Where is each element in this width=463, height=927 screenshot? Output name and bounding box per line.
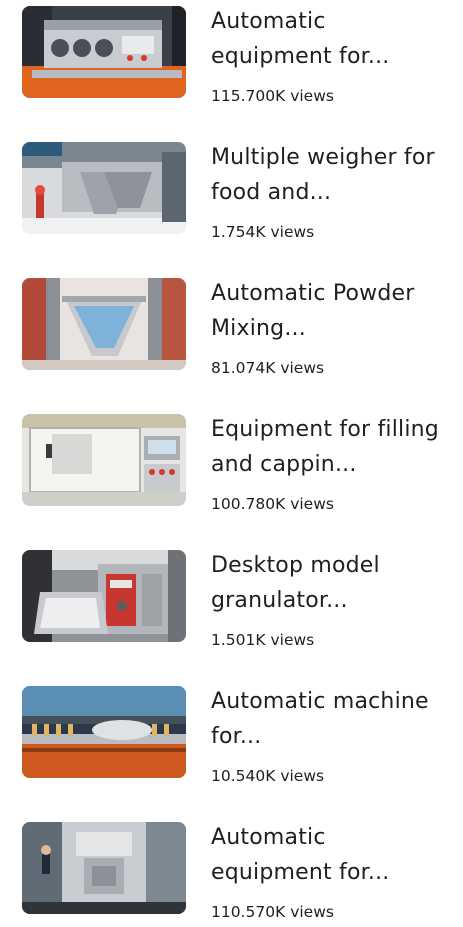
video-item[interactable]: Automatic machine for... 10.540K views <box>0 680 463 790</box>
video-thumbnail[interactable] <box>22 822 186 914</box>
view-count: 100.780K views <box>211 495 334 513</box>
video-title[interactable]: Automatic Powder Mixing... <box>211 276 447 346</box>
video-title[interactable]: Multiple weigher for food and... <box>211 140 447 210</box>
view-count: 110.570K views <box>211 903 334 921</box>
video-thumbnail[interactable] <box>22 414 186 506</box>
video-thumbnail[interactable] <box>22 278 186 370</box>
video-item[interactable]: Automatic Powder Mixing... 81.074K views <box>0 272 463 382</box>
filling-capping-line-photo <box>22 414 186 506</box>
view-count: 1.754K views <box>211 223 315 241</box>
bottling-conveyor-photo <box>22 686 186 778</box>
desktop-granulator-photo <box>22 550 186 642</box>
video-item[interactable]: Automatic equipment for... 115.700K view… <box>0 0 463 110</box>
video-thumbnail[interactable] <box>22 6 186 98</box>
video-title[interactable]: Desktop model granulator... <box>211 548 447 618</box>
video-title[interactable]: Automatic equipment for... <box>211 820 447 890</box>
view-count: 1.501K views <box>211 631 315 649</box>
video-item[interactable]: Automatic equipment for... 110.570K view… <box>0 816 463 926</box>
video-title[interactable]: Automatic machine for... <box>211 684 447 754</box>
factory-machine-photo <box>22 822 186 914</box>
video-thumbnail[interactable] <box>22 142 186 234</box>
video-item[interactable]: Desktop model granulator... 1.501K views <box>0 544 463 654</box>
video-title[interactable]: Automatic equipment for... <box>211 4 447 74</box>
view-count: 81.074K views <box>211 359 325 377</box>
video-list: Automatic equipment for... 115.700K view… <box>0 0 463 927</box>
video-title[interactable]: Equipment for filling and cappin... <box>211 412 447 482</box>
video-item[interactable]: Multiple weigher for food and... 1.754K … <box>0 136 463 246</box>
video-thumbnail[interactable] <box>22 550 186 642</box>
multihead-weigher-photo <box>22 142 186 234</box>
video-item[interactable]: Equipment for filling and cappin... 100.… <box>0 408 463 518</box>
video-thumbnail[interactable] <box>22 686 186 778</box>
powder-mixer-photo <box>22 278 186 370</box>
view-count: 115.700K views <box>211 87 334 105</box>
view-count: 10.540K views <box>211 767 325 785</box>
packaging-machine-photo <box>22 6 186 98</box>
